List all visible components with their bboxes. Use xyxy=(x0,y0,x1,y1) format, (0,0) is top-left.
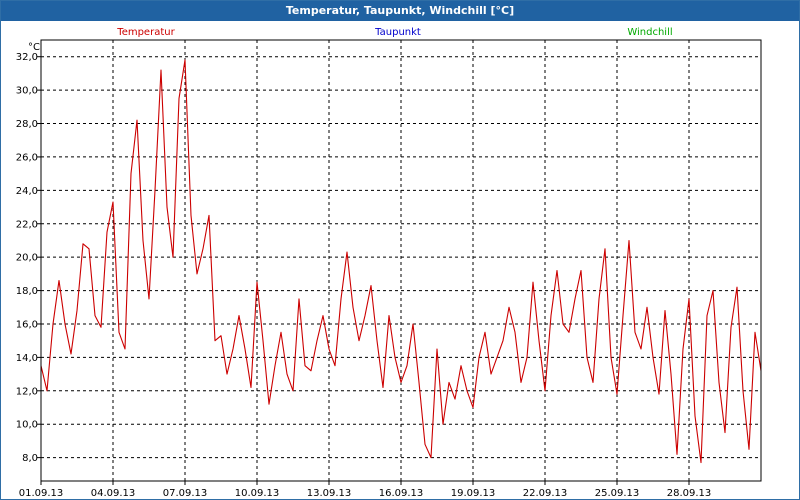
x-tick-label: 19.09.13 xyxy=(451,488,496,499)
chart-window: Temperatur, Taupunkt, Windchill [°C] Tem… xyxy=(0,0,800,500)
y-tick-label: 10,0 xyxy=(16,420,38,431)
x-tick-label: 16.09.13 xyxy=(379,488,424,499)
y-tick-label: 28,0 xyxy=(16,119,38,130)
y-tick-label: 12,0 xyxy=(16,386,38,397)
window-title: Temperatur, Taupunkt, Windchill [°C] xyxy=(1,1,799,21)
legend-label-temperatur: Temperatur xyxy=(116,27,175,38)
y-tick-label: 14,0 xyxy=(16,353,38,364)
legend: Temperatur Taupunkt Windchill xyxy=(116,27,672,38)
y-tick-label: 32,0 xyxy=(16,52,38,63)
y-axis: 8,0 10,0 12,0 14,0 16,0 18,0 20,0 22,0 24,0 26,0 2… xyxy=(16,52,41,464)
y-tick-label: 24,0 xyxy=(16,186,38,197)
y-tick-label: 18,0 xyxy=(16,286,38,297)
gridlines xyxy=(41,40,761,481)
y-tick-label: 20,0 xyxy=(16,253,38,264)
legend-label-taupunkt: Taupunkt xyxy=(374,27,421,38)
chart: Temperatur Taupunkt Windchill °C 8,010,012… xyxy=(16,27,762,499)
x-tick-label: 22.09.13 xyxy=(523,488,568,499)
x-tick-label: 28.09.13 xyxy=(667,488,712,499)
x-tick-label: 25.09.13 xyxy=(595,488,640,499)
y-tick-label: 26,0 xyxy=(16,152,38,163)
x-axis: 01.09.13 04.09.13 07.09.13 10.09.13 13.09.13… xyxy=(19,481,712,499)
y-tick-label: 30,0 xyxy=(16,86,38,97)
x-tick-label: 04.09.13 xyxy=(91,488,136,499)
y-tick-label: 16,0 xyxy=(16,319,38,330)
x-tick-label: 10.09.13 xyxy=(235,488,280,499)
legend-label-windchill: Windchill xyxy=(627,27,672,38)
x-tick-label: 13.09.13 xyxy=(307,488,352,499)
y-tick-label: 22,0 xyxy=(16,219,38,230)
y-tick-label: 8,0 xyxy=(22,453,38,464)
x-tick-label: 01.09.13 xyxy=(19,488,64,499)
x-tick-label: 07.09.13 xyxy=(163,488,208,499)
